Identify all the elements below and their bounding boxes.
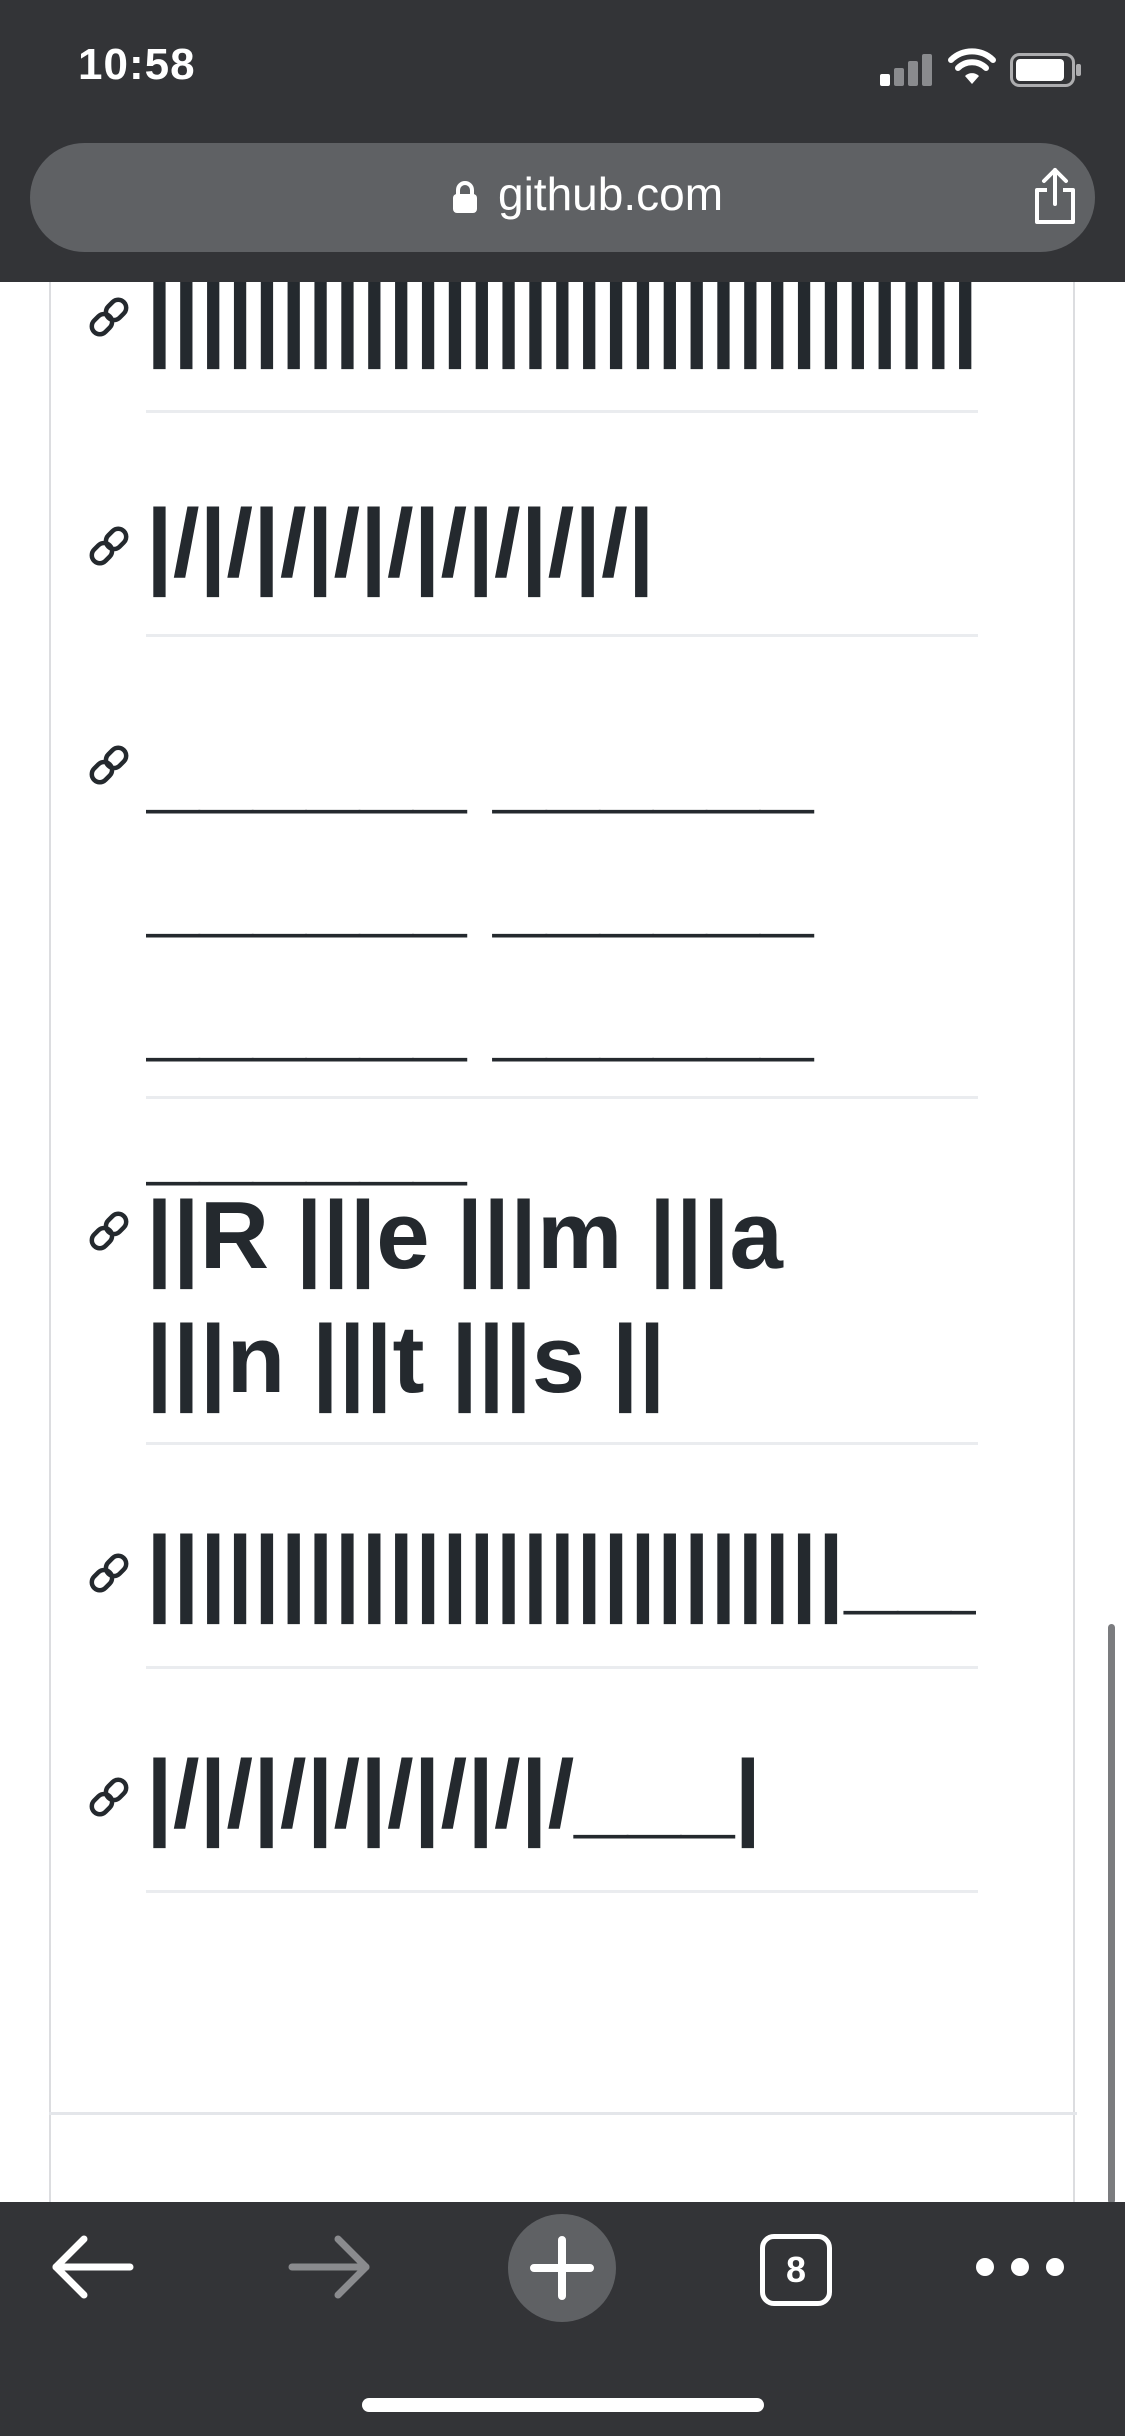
heading-divider: [146, 1442, 978, 1445]
anchor-link-icon[interactable]: [86, 294, 132, 340]
share-icon[interactable]: [1030, 166, 1080, 226]
section-heading: ______ ______ ______ ______ ______ _____…: [146, 716, 814, 1195]
anchor-link-icon[interactable]: [86, 1774, 132, 1820]
address-bar[interactable]: github.com: [30, 143, 1095, 252]
forward-icon[interactable]: [268, 2202, 388, 2332]
heading-divider: [146, 634, 978, 637]
url-text: github.com: [498, 168, 724, 220]
back-icon[interactable]: [38, 2202, 158, 2332]
section-heading: ||||||||||||||||||||||||||___||: [146, 1517, 976, 1624]
section-heading: ||R |||e |||m |||a |||n |||t |||s ||: [146, 1182, 783, 1413]
browser-toolbar: 8: [0, 2202, 1125, 2436]
heading-divider: [146, 1096, 978, 1099]
section-heading: |/|/|/|/|/|/|/|/___|: [146, 1741, 762, 1848]
battery-icon: [1010, 53, 1081, 87]
wifi-icon: [948, 48, 996, 84]
anchor-link-icon[interactable]: [86, 1208, 132, 1254]
heading-divider: [146, 1890, 978, 1893]
lock-icon: [453, 181, 477, 213]
footer-divider: [49, 2112, 1077, 2115]
new-tab-button[interactable]: [508, 2214, 616, 2322]
heading-divider: [146, 410, 978, 413]
page-content: |||||||||||||||||||||||||||||||| |/|/|/|…: [0, 282, 1125, 2202]
anchor-link-icon[interactable]: [86, 742, 132, 788]
anchor-link-icon[interactable]: [86, 523, 132, 569]
tabs-button[interactable]: 8: [760, 2234, 832, 2306]
more-icon[interactable]: [960, 2242, 1090, 2292]
home-indicator[interactable]: [362, 2398, 764, 2412]
anchor-link-icon[interactable]: [86, 1550, 132, 1596]
section-heading: ||||||||||||||||||||||||||||||||: [146, 282, 976, 369]
plus-icon: [530, 2236, 594, 2300]
browser-top-chrome: 10:58 github.com: [0, 0, 1125, 282]
tab-count: 8: [785, 2249, 807, 2290]
scrollbar-thumb[interactable]: [1108, 1624, 1115, 2204]
cellular-signal-icon: [880, 52, 934, 86]
heading-divider: [146, 1666, 978, 1669]
status-time: 10:58: [78, 40, 196, 89]
section-heading: |/|/|/|/|/|/|/|/|/|: [146, 490, 655, 597]
